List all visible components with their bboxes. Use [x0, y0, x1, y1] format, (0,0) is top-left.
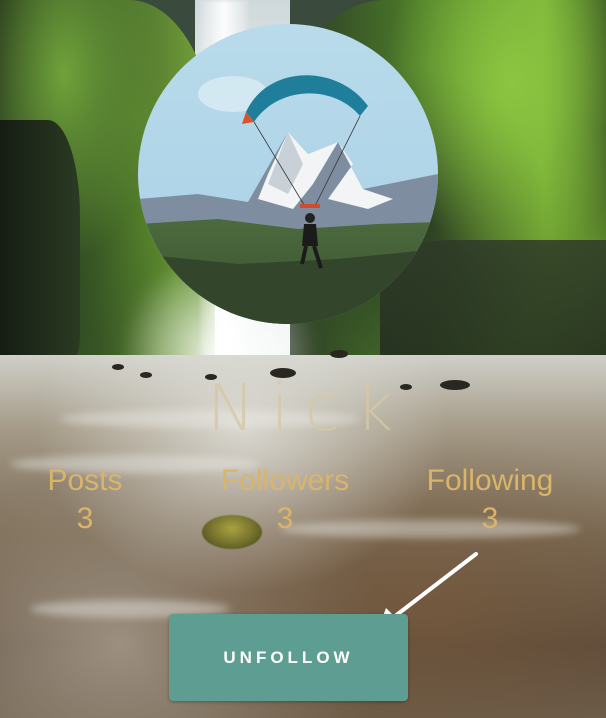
stat-posts-count: 3 — [76, 502, 94, 535]
stat-posts[interactable]: Posts 3 — [20, 462, 150, 538]
unfollow-button[interactable]: UNFOLLOW — [169, 614, 408, 701]
profile-avatar[interactable] — [138, 24, 438, 324]
background-pebble — [112, 364, 124, 370]
stat-followers-count: 3 — [276, 502, 294, 535]
stat-followers-label: Followers — [220, 464, 350, 497]
background-pebble — [330, 350, 348, 358]
profile-username: Nick — [207, 372, 409, 446]
stat-following[interactable]: Following 3 — [400, 462, 580, 538]
avatar-image — [138, 24, 438, 324]
stat-posts-label: Posts — [47, 464, 123, 497]
stat-following-label: Following — [426, 464, 554, 497]
stat-followers[interactable]: Followers 3 — [195, 462, 375, 538]
stat-following-count: 3 — [481, 502, 499, 535]
background-left-rock — [0, 120, 80, 360]
